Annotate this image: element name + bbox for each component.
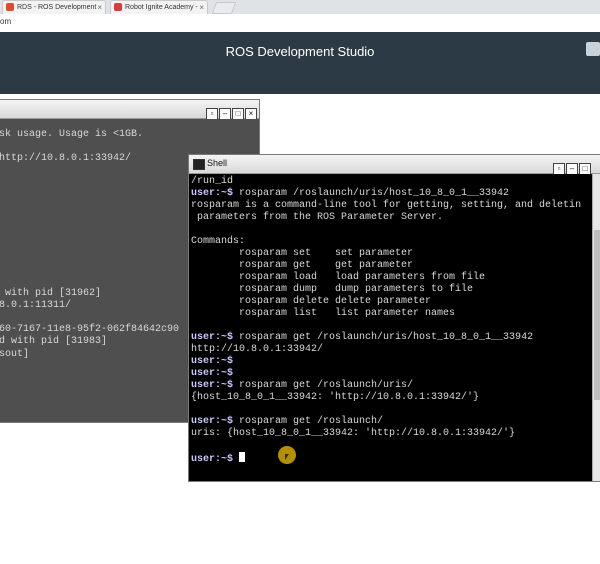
shell-text: rosparam is a command-line tool for gett…	[191, 200, 582, 211]
terminal-line: http://10.8.0.1:33942/	[0, 153, 132, 165]
browser-tab-rds[interactable]: RDS - ROS Development ×	[2, 0, 106, 15]
shell-line: user:~$ rosparam /roslaunch/uris/host_10…	[191, 188, 509, 199]
shell-text: {host_10_8_0_1__33942: 'http://10.8.0.1:…	[191, 392, 480, 403]
shell-line: rosparam set set parameter	[191, 248, 413, 259]
terminal-line: sout]	[0, 348, 30, 360]
shell-text: rosparam set set parameter	[191, 248, 414, 259]
shell-text: Commands:	[191, 236, 246, 247]
shell-line: rosparam load load parameters from file	[191, 272, 485, 283]
shell-prompt: user:~$	[191, 332, 234, 343]
shell-text: rosparam get /roslaunch/uris/	[233, 380, 414, 391]
shell-prompt: user:~$	[191, 356, 234, 367]
shell-output[interactable]: /run_id user:~$ rosparam /roslaunch/uris/…	[189, 174, 600, 481]
shell-prompt: user:~$	[191, 368, 234, 379]
shell-line: rosparam dump dump parameters to file	[191, 284, 473, 295]
shell-line: user:~$ rosparam get /roslaunch/uris/hos…	[191, 332, 533, 343]
shell-line: /run_id	[191, 176, 233, 187]
shell-prompt: user:~$	[191, 188, 234, 199]
shell-text: rosparam get /roslaunch/uris/host_10_8_0…	[233, 332, 534, 343]
address-text: om	[0, 17, 12, 26]
tab-label: Robot Ignite Academy -	[125, 4, 198, 11]
shell-text: rosparam dump dump parameters to file	[191, 284, 474, 295]
shell-prompt: user:~$	[191, 454, 234, 465]
browser-tab-bar: RDS - ROS Development × Robot Ignite Aca…	[0, 0, 600, 15]
shell-scrollbar[interactable]	[592, 174, 600, 481]
shell-text: rosparam delete delete parameter	[191, 296, 432, 307]
window-controls: ▫ – □ ×	[205, 103, 257, 120]
shell-line: parameters from the ROS Parameter Server…	[191, 212, 443, 223]
shell-line: rosparam is a command-line tool for gett…	[191, 200, 581, 211]
shell-text: rosparam /roslaunch/uris/host_10_8_0_1__…	[233, 188, 510, 199]
save-icon[interactable]	[586, 42, 600, 56]
shell-line: rosparam list list parameter names	[191, 308, 455, 319]
shell-titlebar[interactable]: Shell ▫ – □	[189, 155, 600, 175]
shell-title: Shell	[207, 158, 228, 168]
shell-line: user:~$ rosparam get /roslaunch/uris/	[191, 380, 413, 391]
shell-line: user:~$ rosparam get /roslaunch/	[191, 416, 383, 427]
terminal-line: with pid [31962]	[0, 287, 102, 299]
shell-line: rosparam delete delete parameter	[191, 296, 431, 307]
mouse-cursor-highlight	[278, 446, 296, 464]
shell-line: {host_10_8_0_1__33942: 'http://10.8.0.1:…	[191, 392, 479, 403]
tab-close-icon[interactable]: ×	[97, 1, 102, 14]
terminal-icon	[193, 159, 205, 170]
scrollbar-thumb[interactable]	[594, 230, 600, 400]
shell-window[interactable]: Shell ▫ – □ /run_id user:~$ rosparam /rosla…	[188, 154, 600, 482]
terminal-line: 8.0.1:11311/	[0, 299, 72, 311]
shell-line: http://10.8.0.1:33942/	[191, 344, 323, 355]
terminal-line: 60-7167-11e8-95f2-062f84642c90	[0, 324, 180, 336]
terminal-line: d with pid [31983]	[0, 336, 108, 348]
ignite-favicon-icon	[114, 3, 122, 12]
shell-prompt: user:~$	[191, 416, 234, 427]
shell-line: user:~$	[191, 368, 233, 379]
shell-line: user:~$	[191, 452, 246, 465]
address-bar[interactable]: om	[0, 14, 600, 33]
new-tab-button[interactable]	[211, 2, 237, 14]
shell-line: user:~$	[191, 356, 233, 367]
shell-text: rosparam get get parameter	[191, 260, 414, 271]
shell-text: uris: {host_10_8_0_1__33942: 'http://10.…	[191, 428, 516, 439]
shell-prompt: user:~$	[191, 380, 234, 391]
tab-label: RDS - ROS Development	[17, 4, 97, 11]
shell-text: parameters from the ROS Parameter Server…	[191, 212, 444, 223]
shell-line: Commands:	[191, 236, 245, 247]
browser-tab-robot-ignite[interactable]: Robot Ignite Academy - ×	[110, 0, 208, 15]
page-title: ROS Development Studio	[225, 44, 375, 59]
shell-text: rosparam load load parameters from file	[191, 272, 486, 283]
rds-favicon-icon	[6, 3, 14, 12]
text-cursor	[239, 452, 246, 462]
shell-line: rosparam get get parameter	[191, 260, 413, 271]
shell-text: http://10.8.0.1:33942/	[191, 344, 324, 355]
back-terminal-titlebar[interactable]: ▫ – □ ×	[0, 100, 259, 120]
shell-text: /run_id	[191, 176, 234, 187]
shell-text: rosparam get /roslaunch/	[233, 416, 384, 427]
terminal-line: sk usage. Usage is <1GB.	[0, 129, 144, 140]
tab-close-icon[interactable]: ×	[199, 1, 204, 14]
app-header: ROS Development Studio	[0, 32, 600, 94]
shell-text: rosparam list list parameter names	[191, 308, 456, 319]
shell-line: uris: {host_10_8_0_1__33942: 'http://10.…	[191, 428, 515, 439]
window-controls: ▫ – □	[552, 158, 591, 175]
